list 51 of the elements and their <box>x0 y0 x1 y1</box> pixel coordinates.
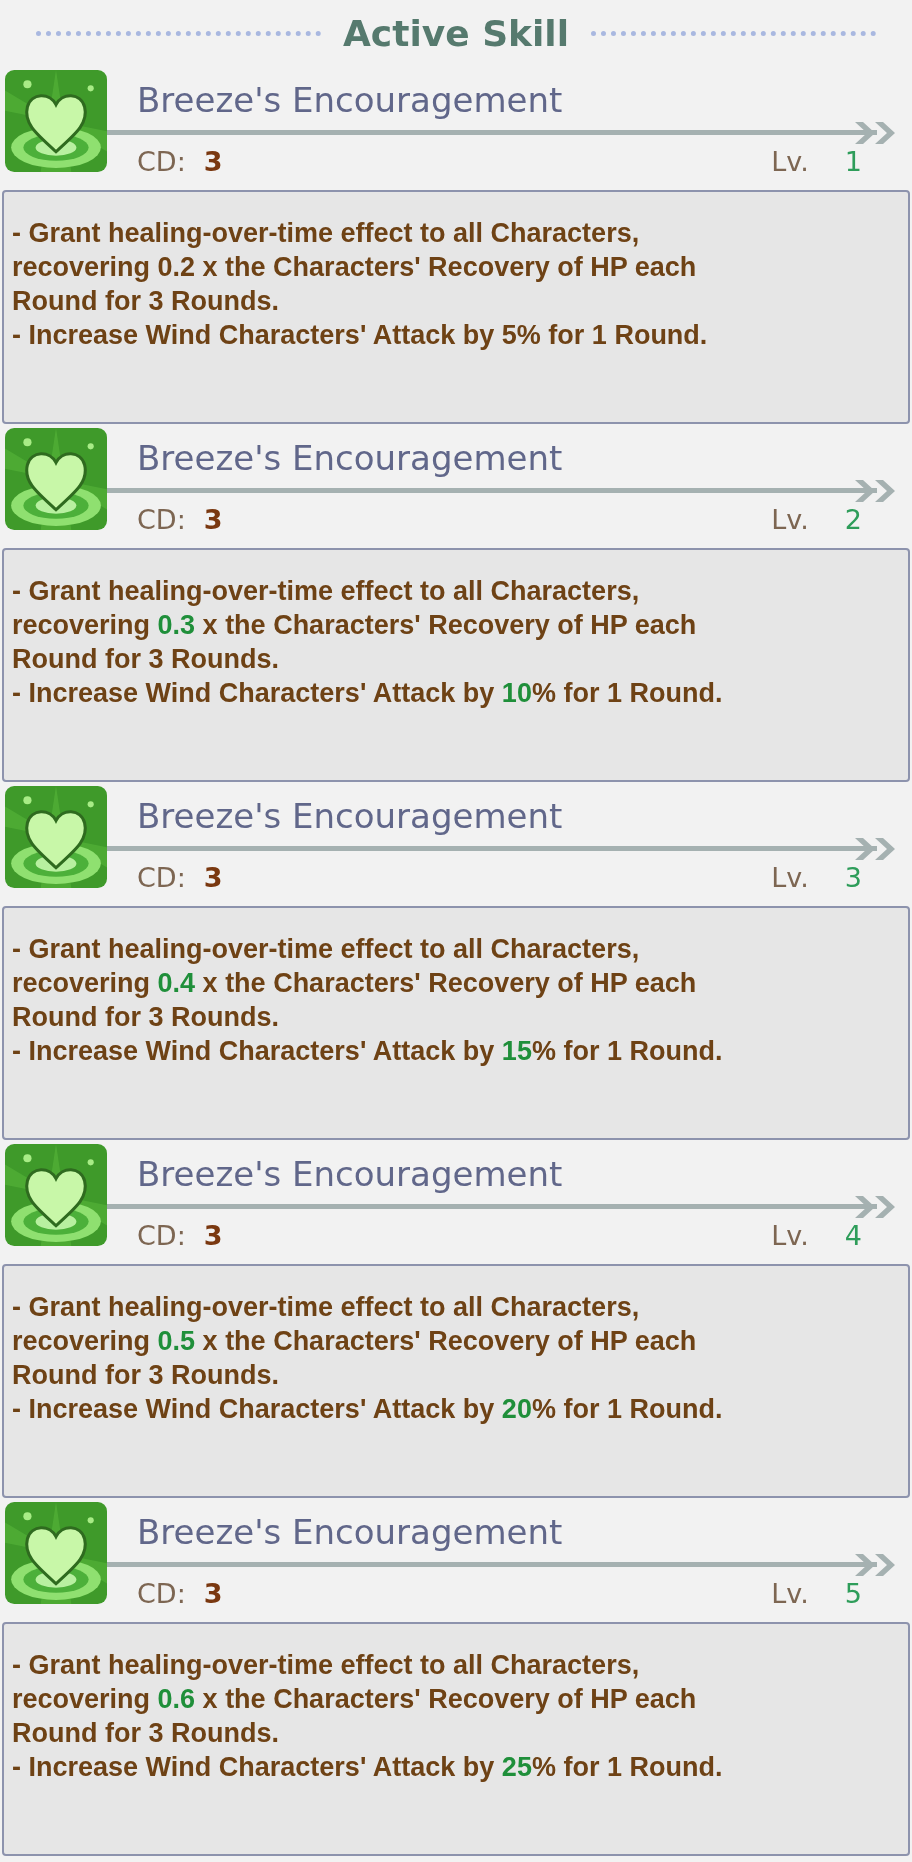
description-line: - Grant healing-over-time effect to all Characters, <box>12 1291 641 1324</box>
description-line: - Grant healing-over-time effect to all Characters, <box>12 575 641 608</box>
level-label: Lv. <box>771 1220 809 1251</box>
cd-label: CD: <box>137 862 186 893</box>
cd-value: 3 <box>203 1220 223 1251</box>
section-title: Active Skill <box>342 12 570 54</box>
description-line: Round for 3 Rounds. <box>12 285 280 318</box>
level-label: Lv. <box>771 504 809 535</box>
level-value: 2 <box>844 504 862 535</box>
description-line: - Grant healing-over-time effect to all Characters, <box>12 933 641 966</box>
description-line: - Grant healing-over-time effect to all Characters, <box>12 1649 641 1682</box>
heart-icon <box>5 786 107 888</box>
description-line: - Increase Wind Characters' Attack by 15% for 1 Round. <box>12 1035 724 1068</box>
level-value: 3 <box>844 862 862 893</box>
description-line: recovering 0.3 x the Characters' Recovery of HP each <box>12 609 698 642</box>
description-line: Round for 3 Rounds. <box>12 643 280 676</box>
description-line: Round for 3 Rounds. <box>12 1359 280 1392</box>
cd-label: CD: <box>137 1578 186 1609</box>
skill-name: Breeze's Encouragement <box>137 438 563 478</box>
heart-icon <box>5 428 107 530</box>
description-line: - Increase Wind Characters' Attack by 25% for 1 Round. <box>12 1751 724 1784</box>
cd-label: CD: <box>137 1220 186 1251</box>
skill-name: Breeze's Encouragement <box>137 796 563 836</box>
heart-icon <box>5 1144 107 1246</box>
description-line: Round for 3 Rounds. <box>12 1717 280 1750</box>
description-line: - Increase Wind Characters' Attack by 20% for 1 Round. <box>12 1393 724 1426</box>
cd-value: 3 <box>203 862 223 893</box>
description-line: - Grant healing-over-time effect to all Characters, <box>12 217 641 250</box>
description-line: recovering 0.5 x the Characters' Recovery of HP each <box>12 1325 698 1358</box>
description-line: - Increase Wind Characters' Attack by 10% for 1 Round. <box>12 677 724 710</box>
heart-icon <box>5 70 107 172</box>
skill-name: Breeze's Encouragement <box>137 1512 563 1552</box>
skill-name: Breeze's Encouragement <box>137 80 563 120</box>
level-label: Lv. <box>771 146 809 177</box>
level-value: 1 <box>844 146 862 177</box>
level-value: 4 <box>844 1220 862 1251</box>
description-line: recovering 0.6 x the Characters' Recovery of HP each <box>12 1683 698 1716</box>
level-value: 5 <box>844 1578 862 1609</box>
description-line: recovering 0.4 x the Characters' Recovery of HP each <box>12 967 698 1000</box>
level-label: Lv. <box>771 1578 809 1609</box>
description-line: Round for 3 Rounds. <box>12 1001 280 1034</box>
cd-value: 3 <box>203 504 223 535</box>
skill-name: Breeze's Encouragement <box>137 1154 563 1194</box>
cd-value: 3 <box>203 1578 223 1609</box>
description-line: - Increase Wind Characters' Attack by 5% for 1 Round. <box>12 319 709 352</box>
cd-value: 3 <box>203 146 223 177</box>
heart-icon <box>5 1502 107 1604</box>
level-label: Lv. <box>771 862 809 893</box>
description-line: recovering 0.2 x the Characters' Recovery of HP each <box>12 251 698 284</box>
cd-label: CD: <box>137 504 186 535</box>
cd-label: CD: <box>137 146 186 177</box>
